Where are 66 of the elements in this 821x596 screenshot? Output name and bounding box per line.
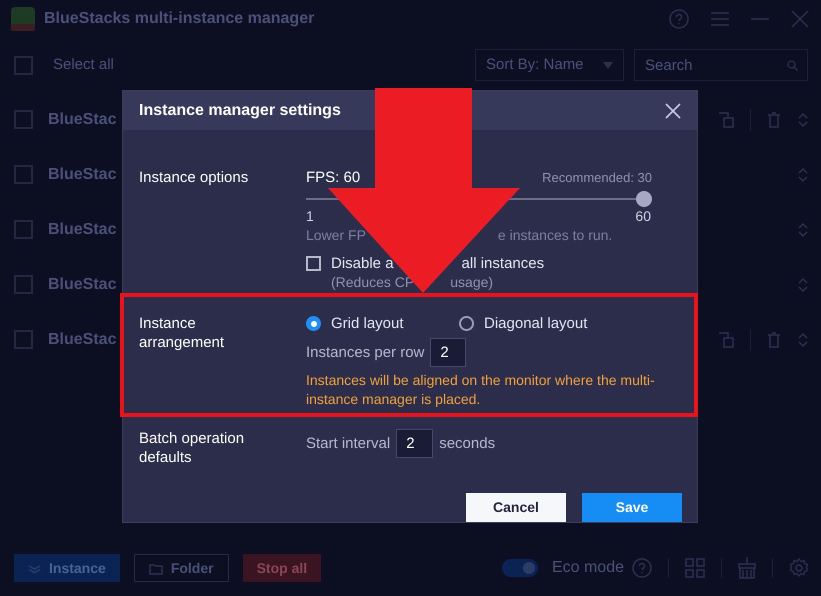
radio-label: Grid layout — [331, 314, 404, 333]
broom-icon[interactable] — [738, 557, 756, 579]
sort-handle-icon[interactable] — [797, 220, 809, 238]
slider-min: 1 — [306, 207, 314, 226]
section-label: Batch operation defaults — [139, 429, 246, 467]
folder-plus-icon — [148, 562, 163, 574]
fps-value: FPS: 60 — [306, 168, 360, 187]
instance-button[interactable]: Instance — [14, 554, 120, 582]
help-icon[interactable] — [669, 9, 689, 29]
per-row-label: Instances per row — [306, 343, 424, 362]
section-label: Instance options — [139, 169, 248, 186]
audio-option-note: usage) — [450, 273, 494, 292]
sort-handle-icon[interactable] — [797, 166, 809, 184]
select-all-label: Select all — [53, 54, 114, 75]
cancel-button[interactable]: Cancel — [466, 493, 566, 522]
interval-unit: seconds — [439, 434, 496, 453]
settings-icon[interactable] — [789, 558, 809, 578]
checkbox[interactable] — [14, 220, 33, 239]
window-title: BlueStacks multi-instance manager — [44, 9, 314, 29]
radio-label: Diagonal layout — [484, 314, 588, 333]
folder-button[interactable]: Folder — [134, 554, 229, 582]
slider-max: 60 — [635, 207, 651, 226]
instance-name: BlueStac — [48, 110, 116, 130]
trash-icon[interactable] — [767, 332, 781, 348]
caret-icon — [603, 62, 613, 68]
instance-name: BlueStac — [48, 164, 116, 184]
fps-hint: Lower FP — [306, 226, 366, 245]
search-icon — [787, 60, 798, 71]
app-logo-icon — [10, 6, 36, 32]
eco-mode-toggle[interactable] — [502, 559, 538, 577]
per-row-field[interactable]: 2 — [430, 338, 466, 367]
trash-icon[interactable] — [767, 112, 781, 128]
audio-checkbox[interactable] — [306, 256, 321, 271]
checkbox[interactable] — [14, 165, 33, 184]
copy-icon[interactable] — [718, 112, 734, 128]
minimize-icon[interactable] — [751, 17, 769, 21]
instance-name: BlueStac — [48, 330, 116, 350]
eco-mode-label: Eco mode — [552, 558, 624, 578]
section-label: Instance arrangement — [139, 314, 226, 352]
select-all-checkbox[interactable] — [14, 56, 33, 74]
help-icon[interactable] — [632, 558, 652, 578]
sort-handle-icon[interactable] — [797, 110, 809, 128]
instance-name: BlueStac — [48, 274, 116, 294]
sort-handle-icon[interactable] — [797, 276, 809, 294]
save-button[interactable]: Save — [582, 493, 682, 522]
instance-name: BlueStac — [48, 220, 116, 240]
fps-hint: e instances to run. — [498, 226, 612, 245]
sort-handle-icon[interactable] — [797, 330, 809, 348]
copy-icon[interactable] — [718, 332, 734, 348]
arrangement-note: Instances will be aligned on the monitor where the multi-instance manager is placed. — [306, 371, 656, 409]
grid-icon[interactable] — [685, 558, 705, 578]
search-field[interactable]: Search — [634, 49, 808, 81]
recommended-label: Recommended: 30 — [542, 169, 652, 187]
interval-field[interactable]: 2 — [396, 429, 434, 458]
dialog-title: Instance manager settings — [139, 100, 341, 120]
radio-button[interactable] — [306, 316, 321, 331]
stop-all-button[interactable]: Stop all — [242, 554, 322, 582]
menu-icon[interactable] — [711, 11, 729, 27]
sort-dropdown[interactable]: Sort By: Name — [475, 49, 624, 81]
audio-option-label: all instances — [462, 254, 544, 273]
interval-label: Start interval — [306, 434, 390, 453]
radio-button[interactable] — [459, 316, 474, 331]
checkbox[interactable] — [14, 330, 33, 349]
checkbox[interactable] — [14, 110, 33, 129]
checkbox[interactable] — [14, 275, 33, 294]
audio-option-label: Disable a — [331, 254, 394, 273]
